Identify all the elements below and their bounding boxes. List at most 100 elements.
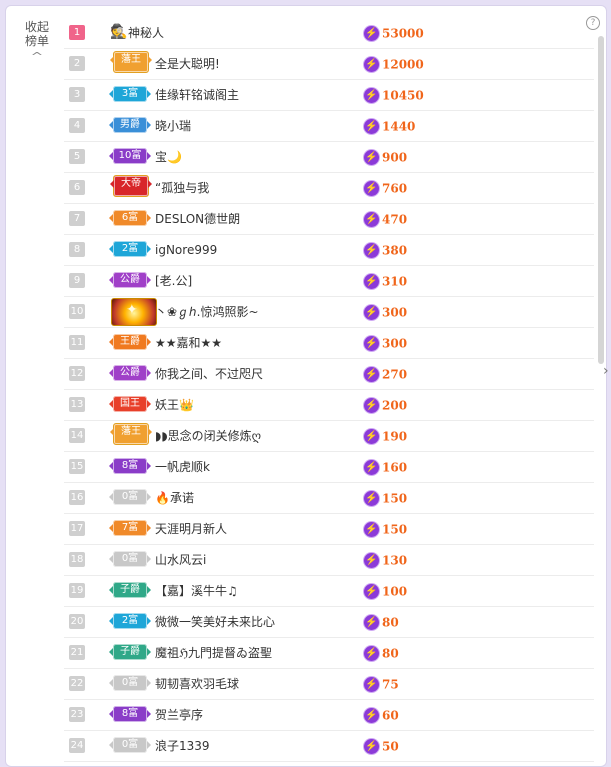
- list-item[interactable]: 17 7富 天涯明月新人 ⚡ 150: [64, 514, 594, 545]
- list-item[interactable]: 15 8富 一帆虎顺k ⚡ 160: [64, 452, 594, 483]
- lightning-bolt-icon: ⚡: [364, 367, 379, 382]
- list-item[interactable]: 4 男爵 晓小瑞 ⚡ 1440: [64, 111, 594, 142]
- rank-number: 8: [69, 242, 85, 257]
- contribution-amount: ⚡ 80: [364, 644, 399, 662]
- list-item[interactable]: 3 3富 佳缘轩铭诚阁主 ⚡ 10450: [64, 80, 594, 111]
- user-name[interactable]: 妖王👑: [155, 397, 194, 413]
- user-name[interactable]: 晓小瑞: [155, 118, 191, 134]
- rank-badge: 3富: [109, 86, 151, 102]
- list-item[interactable]: 12 公爵 你我之间、不过咫尺 ⚡ 270: [64, 359, 594, 390]
- contribution-amount: ⚡ 310: [364, 272, 407, 290]
- contribution-amount: ⚡ 300: [364, 334, 407, 352]
- user-name[interactable]: ★★嘉和★★: [155, 335, 222, 351]
- list-item[interactable]: 9 公爵 [老.公] ⚡ 310: [64, 266, 594, 297]
- rank-badge: 藩王: [110, 423, 152, 445]
- user-name[interactable]: 全是大聪明!: [155, 56, 220, 72]
- user-name[interactable]: “孤独与我: [155, 180, 209, 196]
- list-item[interactable]: 10 ✦ 丶❀ℊℎ.惊鸿照影~ ⚡ 300: [64, 297, 594, 328]
- lightning-bolt-icon: ⚡: [364, 26, 379, 41]
- rank-number: 5: [69, 149, 85, 164]
- rank-number: 14: [69, 428, 85, 443]
- contribution-amount: ⚡ 150: [364, 489, 407, 507]
- user-name[interactable]: 一帆虎顺k: [155, 459, 210, 475]
- amount-value: 160: [382, 460, 408, 475]
- user-name[interactable]: 韧韧喜欢羽毛球: [155, 676, 239, 692]
- rank-number: 21: [69, 645, 85, 660]
- rank-number: 24: [69, 738, 85, 753]
- list-item[interactable]: 8 2富 igNore999 ⚡ 380: [64, 235, 594, 266]
- lightning-bolt-icon: ⚡: [364, 429, 379, 444]
- amount-value: 150: [382, 522, 408, 537]
- contribution-amount: ⚡ 60: [364, 706, 399, 724]
- user-name[interactable]: 天涯明月新人: [155, 521, 227, 537]
- contribution-amount: ⚡ 100: [364, 582, 407, 600]
- contribution-amount: ⚡ 53000: [364, 24, 424, 42]
- lightning-bolt-icon: ⚡: [364, 584, 379, 599]
- user-name[interactable]: 🔥承诺: [155, 490, 194, 506]
- list-item[interactable]: 20 2富 微微一笑美好未来比心 ⚡ 80: [64, 607, 594, 638]
- amount-value: 150: [382, 491, 408, 506]
- rank-badge: 10富: [109, 148, 151, 164]
- list-item[interactable]: 2 藩王 全是大聪明! ⚡ 12000: [64, 49, 594, 80]
- user-name[interactable]: [老.公]: [155, 273, 192, 289]
- chevron-up-icon: ^: [30, 50, 44, 63]
- chevron-right-icon[interactable]: ›: [603, 363, 609, 379]
- rank-number: 6: [69, 180, 85, 195]
- rank-badge: 子爵: [109, 644, 151, 660]
- contribution-amount: ⚡ 160: [364, 458, 407, 476]
- user-name[interactable]: 浪子1339: [155, 738, 210, 754]
- amount-value: 12000: [382, 57, 424, 72]
- user-name[interactable]: ◗◗思念の闭关修炼ღ: [155, 428, 261, 444]
- list-item[interactable]: 19 子爵 【嘉】溪牛牛♫ ⚡ 100: [64, 576, 594, 607]
- rank-badge: 子爵: [109, 582, 151, 598]
- rank-badge: 6富: [109, 210, 151, 226]
- user-name[interactable]: 贺兰亭序: [155, 707, 203, 723]
- list-item[interactable]: 11 王爵 ★★嘉和★★ ⚡ 300: [64, 328, 594, 359]
- lightning-bolt-icon: ⚡: [364, 739, 379, 754]
- rank-number: 3: [69, 87, 85, 102]
- list-item[interactable]: 22 0富 韧韧喜欢羽毛球 ⚡ 75: [64, 669, 594, 700]
- user-name[interactable]: 丶❀ℊℎ.惊鸿照影~: [155, 304, 259, 320]
- amount-value: 50: [382, 739, 399, 754]
- list-item[interactable]: 7 6富 DESLON德世朗 ⚡ 470: [64, 204, 594, 235]
- rank-badge: 0富: [109, 551, 151, 567]
- list-item[interactable]: 6 大帝 “孤独与我 ⚡ 760: [64, 173, 594, 204]
- user-name[interactable]: DESLON德世朗: [155, 211, 240, 227]
- contribution-amount: ⚡ 760: [364, 179, 407, 197]
- contribution-amount: ⚡ 470: [364, 210, 407, 228]
- list-item[interactable]: 13 国王 妖王👑 ⚡ 200: [64, 390, 594, 421]
- user-name[interactable]: 魔祖ℌ九門提督ゐ盗聖: [155, 645, 272, 661]
- user-name[interactable]: 宝🌙: [155, 149, 182, 165]
- list-item[interactable]: 24 0富 浪子1339 ⚡ 50: [64, 731, 594, 762]
- list-item[interactable]: 1 🕵 神秘人 ⚡ 53000: [64, 18, 594, 49]
- user-name[interactable]: igNore999: [155, 242, 217, 258]
- lightning-bolt-icon: ⚡: [364, 553, 379, 568]
- amount-value: 900: [382, 150, 408, 165]
- rank-badge: 2富: [109, 241, 151, 257]
- user-name[interactable]: 佳缘轩铭诚阁主: [155, 87, 239, 103]
- collapse-list-button[interactable]: 收起榜单 ^: [20, 20, 54, 64]
- amount-value: 300: [382, 336, 408, 351]
- lightning-bolt-icon: ⚡: [364, 150, 379, 165]
- scrollbar[interactable]: [598, 36, 604, 364]
- rank-badge: 0富: [109, 737, 151, 753]
- lightning-bolt-icon: ⚡: [364, 274, 379, 289]
- user-name[interactable]: 山水风云i: [155, 552, 206, 568]
- rank-number: 20: [69, 614, 85, 629]
- user-name[interactable]: 【嘉】溪牛牛♫: [155, 583, 238, 599]
- rank-number: 1: [69, 25, 85, 40]
- list-item[interactable]: 18 0富 山水风云i ⚡ 130: [64, 545, 594, 576]
- list-item[interactable]: 16 0富 🔥承诺 ⚡ 150: [64, 483, 594, 514]
- list-item[interactable]: 21 子爵 魔祖ℌ九門提督ゐ盗聖 ⚡ 80: [64, 638, 594, 669]
- list-item[interactable]: 5 10富 宝🌙 ⚡ 900: [64, 142, 594, 173]
- collapse-label: 收起榜单: [24, 20, 49, 48]
- list-item[interactable]: 14 藩王 ◗◗思念の闭关修炼ღ ⚡ 190: [64, 421, 594, 452]
- amount-value: 130: [382, 553, 408, 568]
- user-name[interactable]: 神秘人: [128, 25, 164, 41]
- contribution-amount: ⚡ 380: [364, 241, 407, 259]
- contribution-amount: ⚡ 900: [364, 148, 407, 166]
- user-name[interactable]: 你我之间、不过咫尺: [155, 366, 263, 382]
- list-item[interactable]: 23 8富 贺兰亭序 ⚡ 60: [64, 700, 594, 731]
- user-name[interactable]: 微微一笑美好未来比心: [155, 614, 275, 630]
- amount-value: 470: [382, 212, 408, 227]
